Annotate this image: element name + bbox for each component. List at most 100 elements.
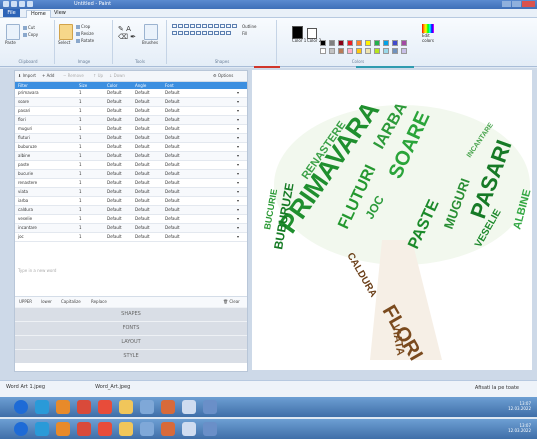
cell-font[interactable]: Default — [165, 206, 237, 214]
ie-icon[interactable] — [35, 422, 49, 436]
palette-swatch[interactable] — [401, 48, 407, 54]
cell-word[interactable]: buburuze — [15, 143, 79, 151]
section-layout[interactable]: LAYOUT — [15, 335, 247, 349]
lower-button[interactable]: lower — [41, 299, 52, 304]
table-row[interactable]: veselie 1 Default Default Default ▾ — [15, 215, 247, 224]
file-tab[interactable]: File — [3, 9, 20, 17]
cell-font[interactable]: Default — [165, 170, 237, 178]
undo-icon[interactable] — [19, 1, 25, 7]
font-dropdown-icon[interactable]: ▾ — [237, 116, 247, 124]
maximize-button[interactable] — [512, 1, 521, 7]
cell-angle[interactable]: Default — [135, 206, 165, 214]
cell-angle[interactable]: Default — [135, 170, 165, 178]
palette-swatch[interactable] — [356, 48, 362, 54]
cell-size[interactable]: 1 — [79, 197, 107, 205]
palette-swatch[interactable] — [365, 40, 371, 46]
clear-button[interactable]: 🗑 Clear — [223, 299, 240, 304]
fill-button[interactable]: Fill — [242, 31, 247, 36]
cell-word[interactable]: paste — [15, 161, 79, 169]
font-dropdown-icon[interactable]: ▾ — [237, 161, 247, 169]
table-row[interactable]: joc 1 Default Default Default ▾ — [15, 233, 247, 242]
cell-size[interactable]: 1 — [79, 161, 107, 169]
cell-angle[interactable]: Default — [135, 125, 165, 133]
cell-word[interactable]: incantare — [15, 224, 79, 232]
cell-word[interactable]: soare — [15, 98, 79, 106]
cell-word[interactable]: flori — [15, 116, 79, 124]
column-color[interactable]: Color — [107, 82, 135, 89]
cell-size[interactable]: 1 — [79, 143, 107, 151]
cell-color[interactable]: Default — [107, 89, 135, 97]
cell-size[interactable]: 1 — [79, 89, 107, 97]
cell-size[interactable]: 1 — [79, 134, 107, 142]
cell-word[interactable]: fluturi — [15, 134, 79, 142]
table-row[interactable]: flori 1 Default Default Default ▾ — [15, 116, 247, 125]
cell-size[interactable]: 1 — [79, 206, 107, 214]
table-row[interactable]: primavara 1 Default Default Default ▾ — [15, 89, 247, 98]
font-dropdown-icon[interactable]: ▾ — [237, 134, 247, 142]
firefox-icon[interactable] — [56, 422, 70, 436]
section-fonts[interactable]: FONTS — [15, 321, 247, 335]
cell-word[interactable]: bucurie — [15, 170, 79, 178]
cell-word[interactable]: albine — [15, 152, 79, 160]
cell-font[interactable]: Default — [165, 197, 237, 205]
font-dropdown-icon[interactable]: ▾ — [237, 179, 247, 187]
window-icon[interactable] — [203, 400, 217, 414]
font-dropdown-icon[interactable]: ▾ — [237, 197, 247, 205]
table-row[interactable]: viata 1 Default Default Default ▾ — [15, 188, 247, 197]
cut-button[interactable]: Cut — [23, 25, 35, 30]
doc-tab-1[interactable]: Word Art 1.jpeg — [6, 384, 45, 390]
table-row[interactable]: paste 1 Default Default Default ▾ — [15, 161, 247, 170]
replace-button[interactable]: Replace — [91, 299, 107, 304]
section-shapes[interactable]: SHAPES — [15, 307, 247, 321]
table-row[interactable]: incantare 1 Default Default Default ▾ — [15, 224, 247, 233]
folder-icon[interactable] — [119, 422, 133, 436]
cell-word[interactable]: muguri — [15, 125, 79, 133]
cell-color[interactable]: Default — [107, 197, 135, 205]
upper-button[interactable]: UPPER — [19, 299, 32, 304]
cell-color[interactable]: Default — [107, 125, 135, 133]
cell-size[interactable]: 1 — [79, 215, 107, 223]
cell-font[interactable]: Default — [165, 125, 237, 133]
opera-icon[interactable] — [98, 400, 112, 414]
palette-swatch[interactable] — [374, 48, 380, 54]
cell-word[interactable]: renastere — [15, 179, 79, 187]
import-button[interactable]: ⬇ Import — [18, 73, 36, 78]
remove-button[interactable]: − Remove — [63, 73, 84, 78]
firefox-icon[interactable] — [56, 400, 70, 414]
folder-icon[interactable] — [119, 400, 133, 414]
cell-font[interactable]: Default — [165, 233, 237, 241]
new-word-input[interactable]: Type in a new word — [18, 268, 56, 273]
cell-size[interactable]: 1 — [79, 224, 107, 232]
save-icon[interactable] — [11, 1, 17, 7]
crop-button[interactable]: Crop — [76, 24, 90, 29]
font-dropdown-icon[interactable]: ▾ — [237, 170, 247, 178]
cell-font[interactable]: Default — [165, 215, 237, 223]
resize-button[interactable]: Resize — [76, 31, 94, 36]
cell-color[interactable]: Default — [107, 224, 135, 232]
start-icon[interactable] — [14, 400, 28, 414]
cell-font[interactable]: Default — [165, 152, 237, 160]
cell-word[interactable]: pasari — [15, 107, 79, 115]
cell-word[interactable]: caldura — [15, 206, 79, 214]
cell-color[interactable]: Default — [107, 134, 135, 142]
palette-swatch[interactable] — [320, 48, 326, 54]
font-dropdown-icon[interactable]: ▾ — [237, 206, 247, 214]
palette-swatch[interactable] — [329, 48, 335, 54]
cell-word[interactable]: veselie — [15, 215, 79, 223]
cell-color[interactable]: Default — [107, 206, 135, 214]
palette-swatch[interactable] — [383, 48, 389, 54]
cell-color[interactable]: Default — [107, 179, 135, 187]
palette-swatch[interactable] — [338, 40, 344, 46]
palette-swatch[interactable] — [365, 48, 371, 54]
table-row[interactable]: soare 1 Default Default Default ▾ — [15, 98, 247, 107]
powerpoint-icon[interactable] — [161, 400, 175, 414]
tab-home[interactable]: Home — [26, 10, 51, 18]
cell-font[interactable]: Default — [165, 134, 237, 142]
cell-word[interactable]: joc — [15, 233, 79, 241]
cell-angle[interactable]: Default — [135, 152, 165, 160]
cell-angle[interactable]: Default — [135, 224, 165, 232]
palette-swatch[interactable] — [347, 40, 353, 46]
palette-swatch[interactable] — [347, 48, 353, 54]
select-button[interactable] — [59, 24, 73, 40]
tab-view[interactable]: View — [50, 10, 70, 17]
